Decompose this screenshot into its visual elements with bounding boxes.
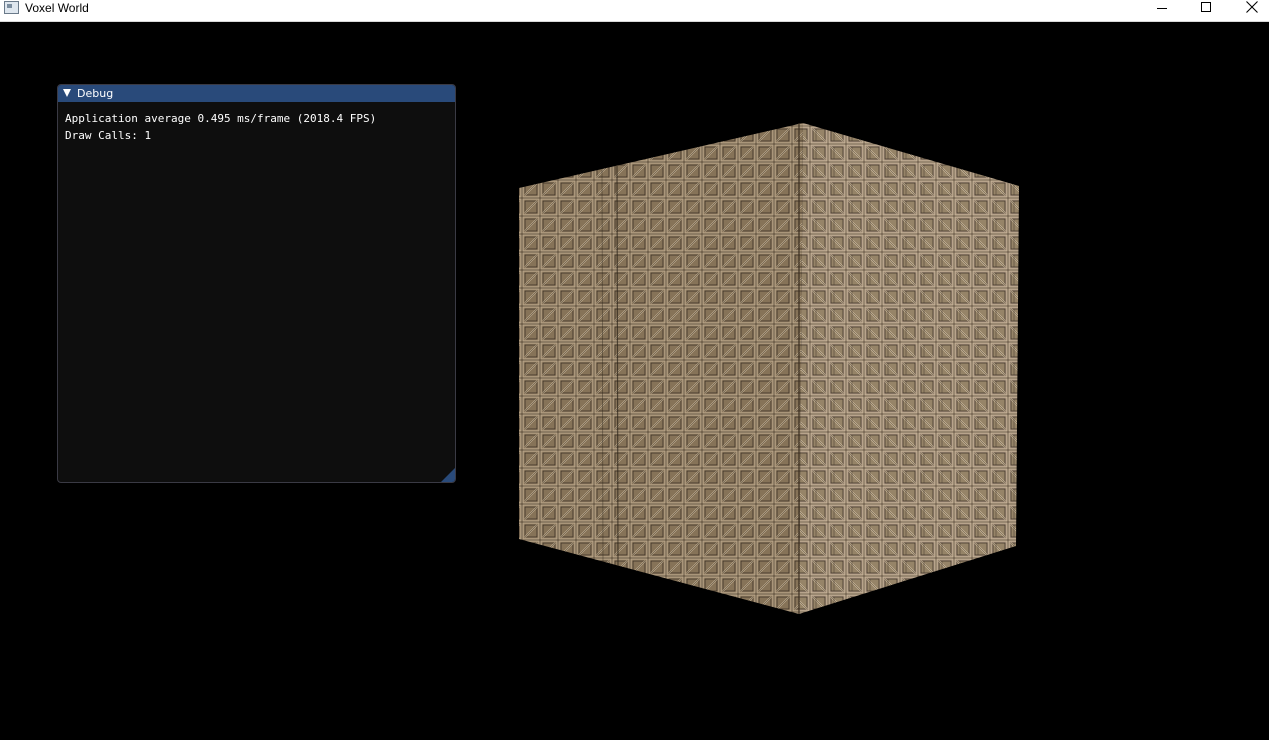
frame-time-text: Application average 0.495 ms/frame (2018…	[65, 112, 377, 125]
draw-calls-text: Draw Calls: 1	[65, 129, 152, 142]
debug-window-body: Application average 0.495 ms/frame (2018…	[65, 110, 448, 144]
app-window: Voxel World Debug Application average 0.…	[0, 0, 1269, 740]
debug-window-titlebar[interactable]: Debug	[58, 85, 455, 102]
resize-grip-icon[interactable]	[441, 468, 455, 482]
debug-window[interactable]: Debug Application average 0.495 ms/frame…	[57, 84, 456, 483]
triangle-down-icon[interactable]	[63, 89, 71, 97]
debug-window-title: Debug	[77, 87, 114, 100]
